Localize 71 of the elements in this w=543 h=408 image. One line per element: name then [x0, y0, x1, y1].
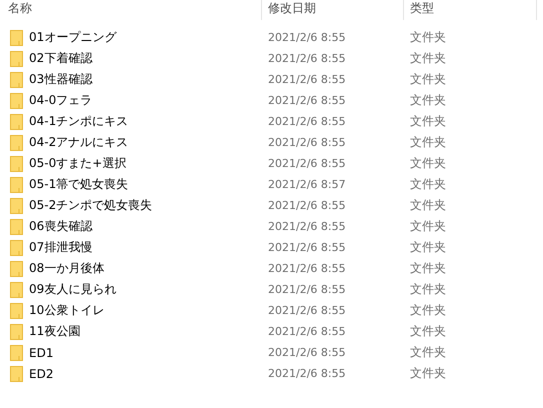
file-name[interactable]: 03性器確認 — [29, 71, 92, 88]
folder-icon — [10, 198, 23, 214]
folder-icon — [10, 344, 23, 360]
file-type: 文件夹 — [410, 29, 447, 46]
folder-icon — [10, 176, 23, 192]
file-name[interactable]: 01オープニング — [29, 29, 116, 46]
file-type: 文件夹 — [410, 365, 447, 382]
file-name[interactable]: 06喪失確認 — [29, 218, 92, 235]
file-type: 文件夹 — [410, 344, 447, 361]
file-name[interactable]: 05-1箒で処女喪失 — [29, 176, 128, 193]
folder-icon — [10, 324, 23, 340]
file-type: 文件夹 — [410, 302, 447, 319]
file-name[interactable]: 02下着確認 — [29, 50, 92, 67]
modified-date: 2021/2/6 8:55 — [268, 136, 347, 149]
file-type: 文件夹 — [410, 155, 447, 172]
folder-icon — [10, 30, 23, 46]
folder-icon — [10, 282, 23, 298]
modified-date: 2021/2/6 8:55 — [268, 220, 347, 233]
modified-date: 2021/2/6 8:55 — [268, 304, 347, 317]
file-name[interactable]: ED2 — [29, 366, 54, 380]
file-type: 文件夹 — [410, 218, 447, 235]
folder-icon — [10, 92, 23, 108]
folder-icon — [10, 72, 23, 88]
file-name[interactable]: 04-1チンポにキス — [29, 113, 128, 130]
file-type: 文件夹 — [410, 134, 447, 151]
file-name[interactable]: 04-0フェラ — [29, 92, 92, 109]
file-name[interactable]: 10公衆トイレ — [29, 302, 104, 319]
file-type: 文件夹 — [410, 50, 447, 67]
file-name[interactable]: ED1 — [29, 346, 54, 360]
folder-icon — [10, 260, 23, 276]
column-header[interactable]: 名称 — [0, 0, 262, 20]
modified-date: 2021/2/6 8:55 — [268, 346, 347, 359]
file-type: 文件夹 — [410, 176, 447, 193]
modified-date: 2021/2/6 8:55 — [268, 157, 347, 170]
modified-date: 2021/2/6 8:55 — [268, 73, 347, 86]
folder-icon — [10, 366, 23, 382]
file-name[interactable]: 08一か月後体 — [29, 260, 104, 277]
modified-date: 2021/2/6 8:55 — [268, 325, 347, 338]
file-type: 文件夹 — [410, 71, 447, 88]
modified-date: 2021/2/6 8:55 — [268, 31, 347, 44]
file-type: 文件夹 — [410, 281, 447, 298]
file-name[interactable]: 04-2アナルにキス — [29, 134, 128, 151]
modified-date: 2021/2/6 8:55 — [268, 367, 347, 380]
modified-date: 2021/2/6 8:55 — [268, 94, 347, 107]
file-name[interactable]: 07排泄我慢 — [29, 239, 92, 256]
folder-icon — [10, 134, 23, 150]
modified-date: 2021/2/6 8:57 — [268, 178, 347, 191]
file-name[interactable]: 09友人に見られ — [29, 281, 116, 298]
modified-date: 2021/2/6 8:55 — [268, 241, 347, 254]
folder-icon — [10, 114, 23, 130]
modified-date: 2021/2/6 8:55 — [268, 283, 347, 296]
folder-icon — [10, 50, 23, 66]
modified-date: 2021/2/6 8:55 — [268, 199, 347, 212]
file-type: 文件夹 — [410, 323, 447, 340]
folder-icon — [10, 240, 23, 256]
folder-icon — [10, 156, 23, 172]
modified-date: 2021/2/6 8:55 — [268, 115, 347, 128]
folder-icon — [10, 218, 23, 234]
folder-icon — [10, 302, 23, 318]
file-name[interactable]: 11夜公園 — [29, 323, 80, 340]
file-type: 文件夹 — [410, 92, 447, 109]
file-type: 文件夹 — [410, 239, 447, 256]
file-type: 文件夹 — [410, 197, 447, 214]
modified-date: 2021/2/6 8:55 — [268, 262, 347, 275]
file-type: 文件夹 — [410, 260, 447, 277]
file-name[interactable]: 05-0すまた+選択 — [29, 155, 126, 172]
file-name[interactable]: 05-2チンポで処女喪失 — [29, 197, 152, 214]
column-header[interactable]: 修改日期 — [262, 0, 404, 20]
modified-date: 2021/2/6 8:55 — [268, 52, 347, 65]
file-type: 文件夹 — [410, 113, 447, 130]
column-header[interactable]: 类型 — [404, 0, 537, 20]
